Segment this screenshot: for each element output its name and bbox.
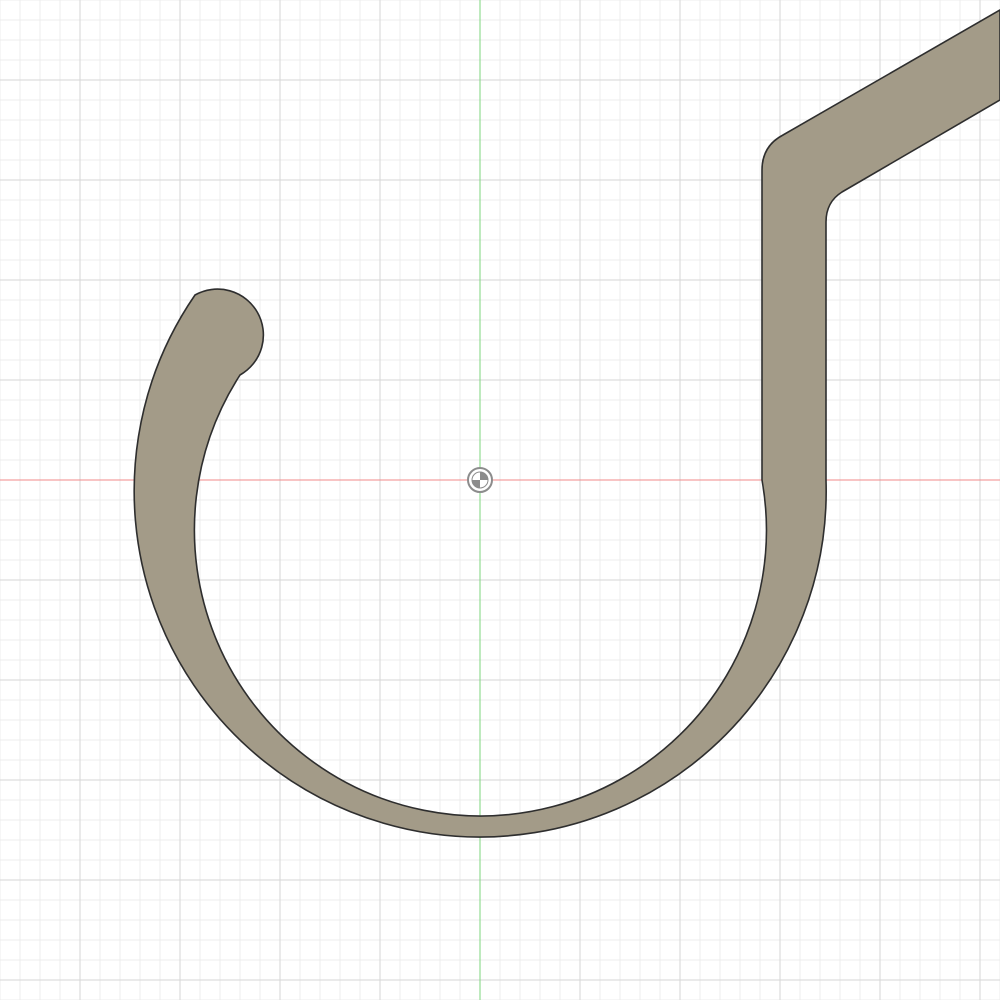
origin-icon[interactable] xyxy=(467,467,493,493)
sketch-canvas[interactable] xyxy=(0,0,1000,1000)
canvas-viewport[interactable] xyxy=(0,0,1000,1000)
